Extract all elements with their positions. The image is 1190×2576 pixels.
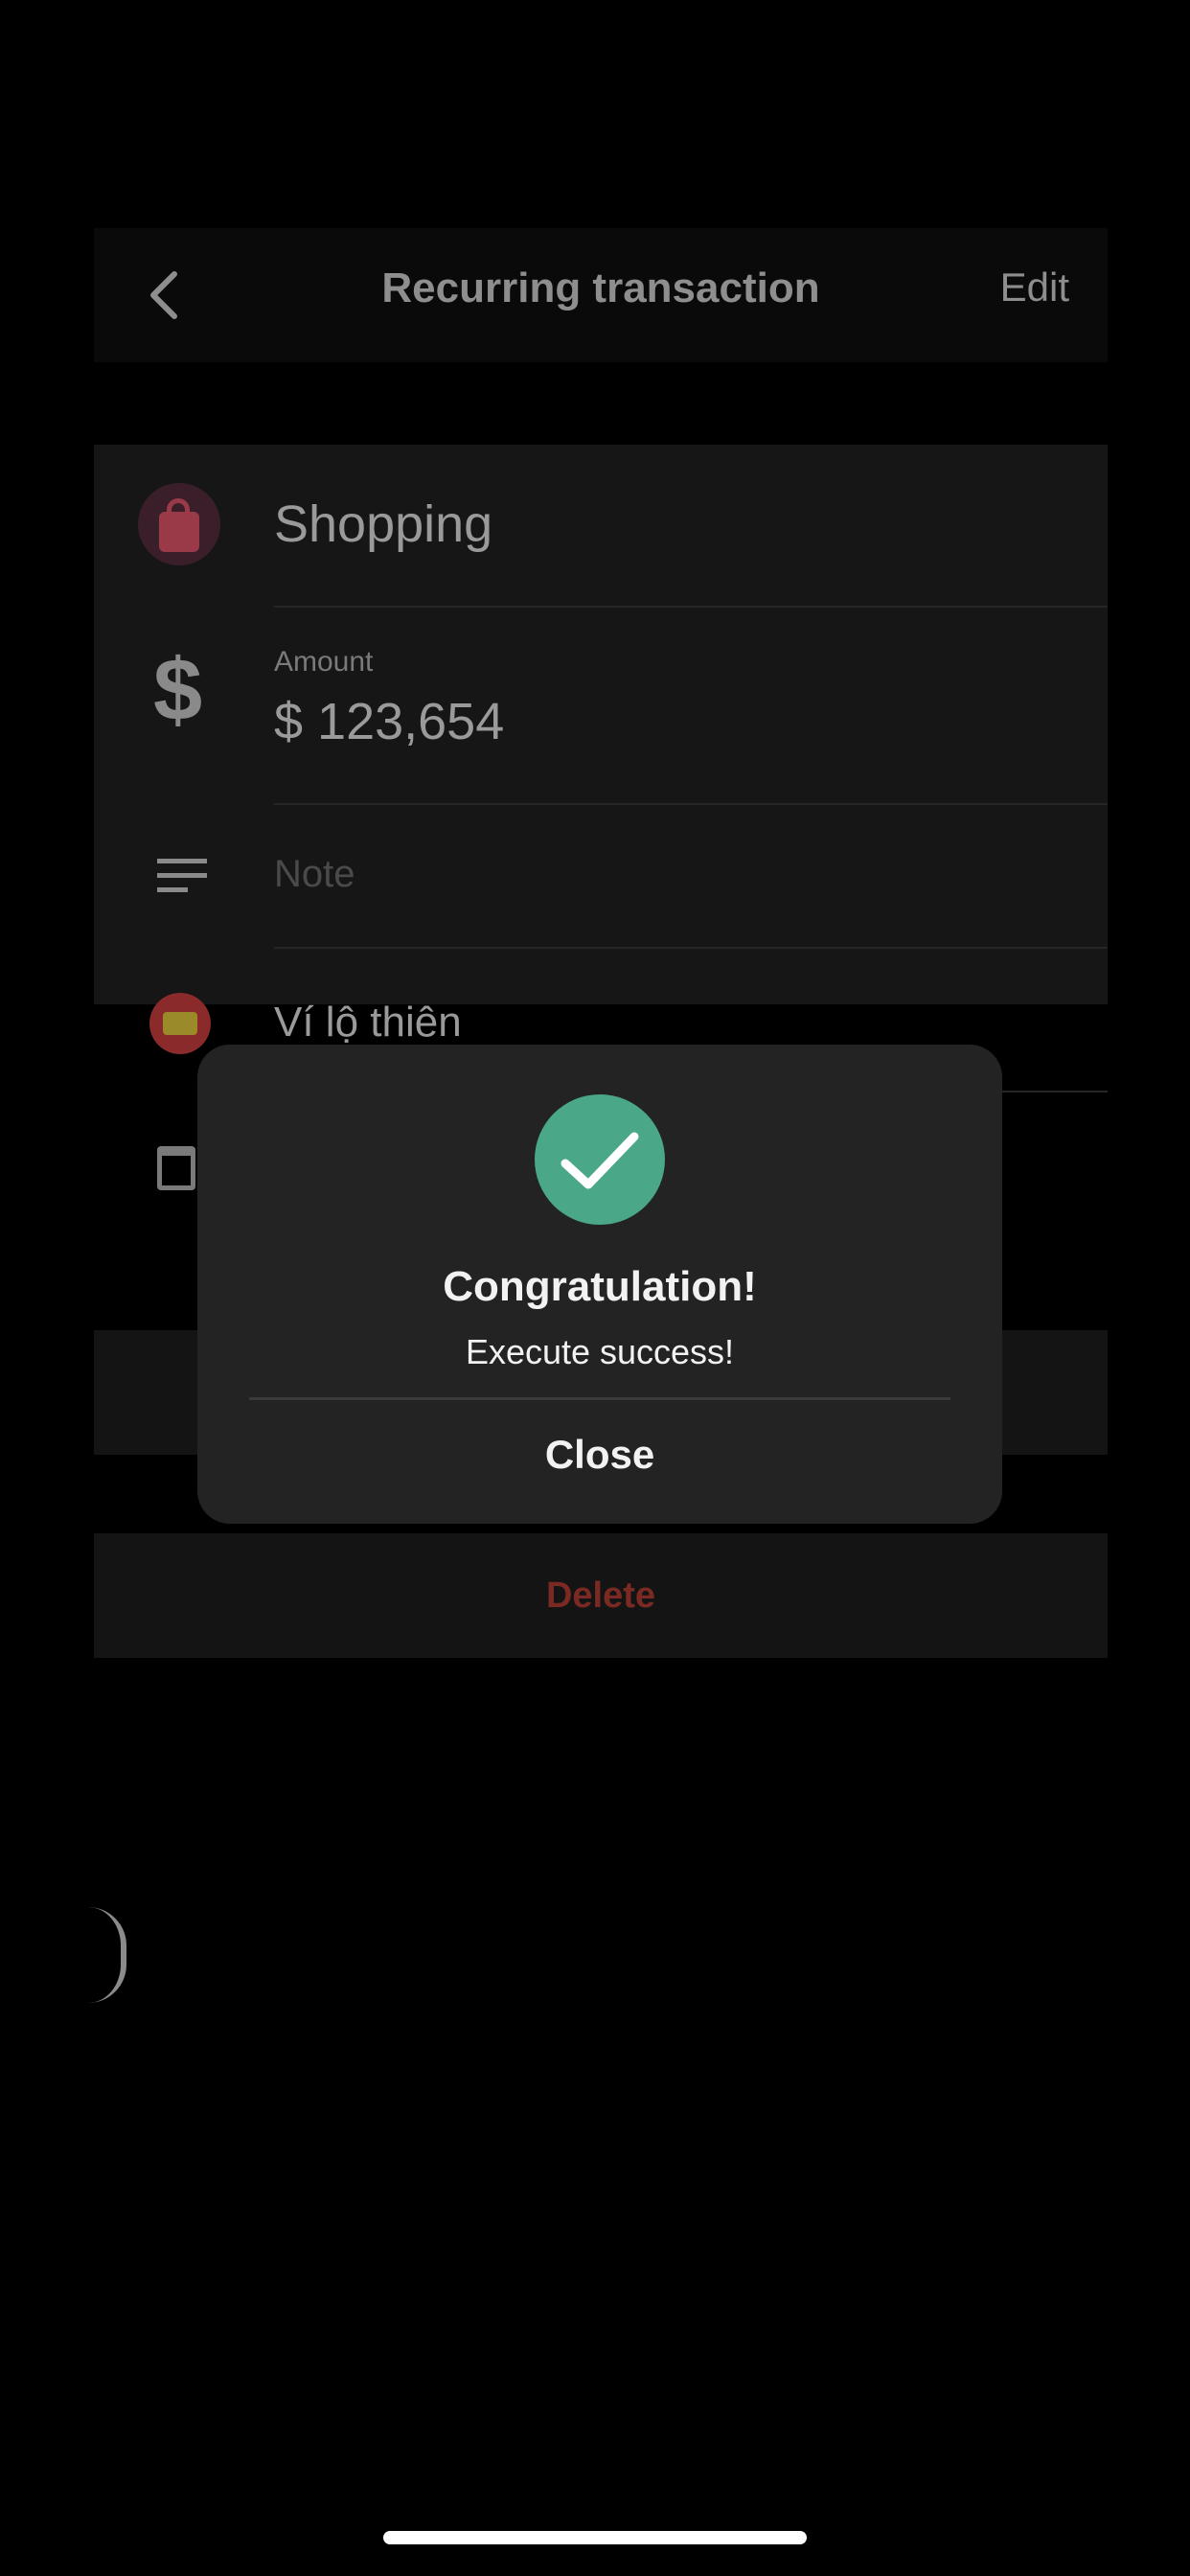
navbar: Recurring transaction Edit xyxy=(94,228,1108,362)
checkmark-icon xyxy=(535,1094,665,1225)
transaction-details-card: Shopping $ Amount $ 123,654 Note Ví lộ t… xyxy=(94,445,1108,1190)
close-button[interactable]: Close xyxy=(249,1401,950,1508)
calendar-icon xyxy=(157,1146,195,1190)
note-row[interactable]: Note xyxy=(94,805,1108,949)
amount-value: $ 123,654 xyxy=(274,693,505,750)
edge-arc xyxy=(88,1907,126,2003)
wallet-name: Ví lộ thiên xyxy=(274,999,462,1046)
amount-label: Amount xyxy=(274,646,374,678)
dialog-message: Execute success! xyxy=(465,1332,735,1371)
category-row[interactable]: Shopping xyxy=(94,445,1108,608)
success-dialog: Congratulation! Execute success! Close xyxy=(197,1045,1002,1524)
category-name: Shopping xyxy=(274,495,493,553)
note-input: Note xyxy=(274,853,355,895)
chevron-left-icon xyxy=(150,271,177,319)
delete-label: Delete xyxy=(545,1575,656,1616)
delete-button[interactable]: Delete xyxy=(94,1533,1108,1658)
page-title: Recurring transaction xyxy=(381,264,820,311)
back-button[interactable] xyxy=(140,266,188,324)
home-indicator[interactable] xyxy=(383,2531,807,2544)
dialog-divider xyxy=(249,1397,950,1400)
amount-row[interactable]: $ Amount $ 123,654 xyxy=(94,608,1108,805)
note-lines-icon xyxy=(157,859,207,892)
shopping-bag-icon xyxy=(138,483,220,565)
dialog-title: Congratulation! xyxy=(443,1263,757,1310)
dollar-icon: $ xyxy=(153,641,203,739)
wallet-icon xyxy=(149,993,211,1054)
edit-button[interactable]: Edit xyxy=(1000,264,1069,310)
